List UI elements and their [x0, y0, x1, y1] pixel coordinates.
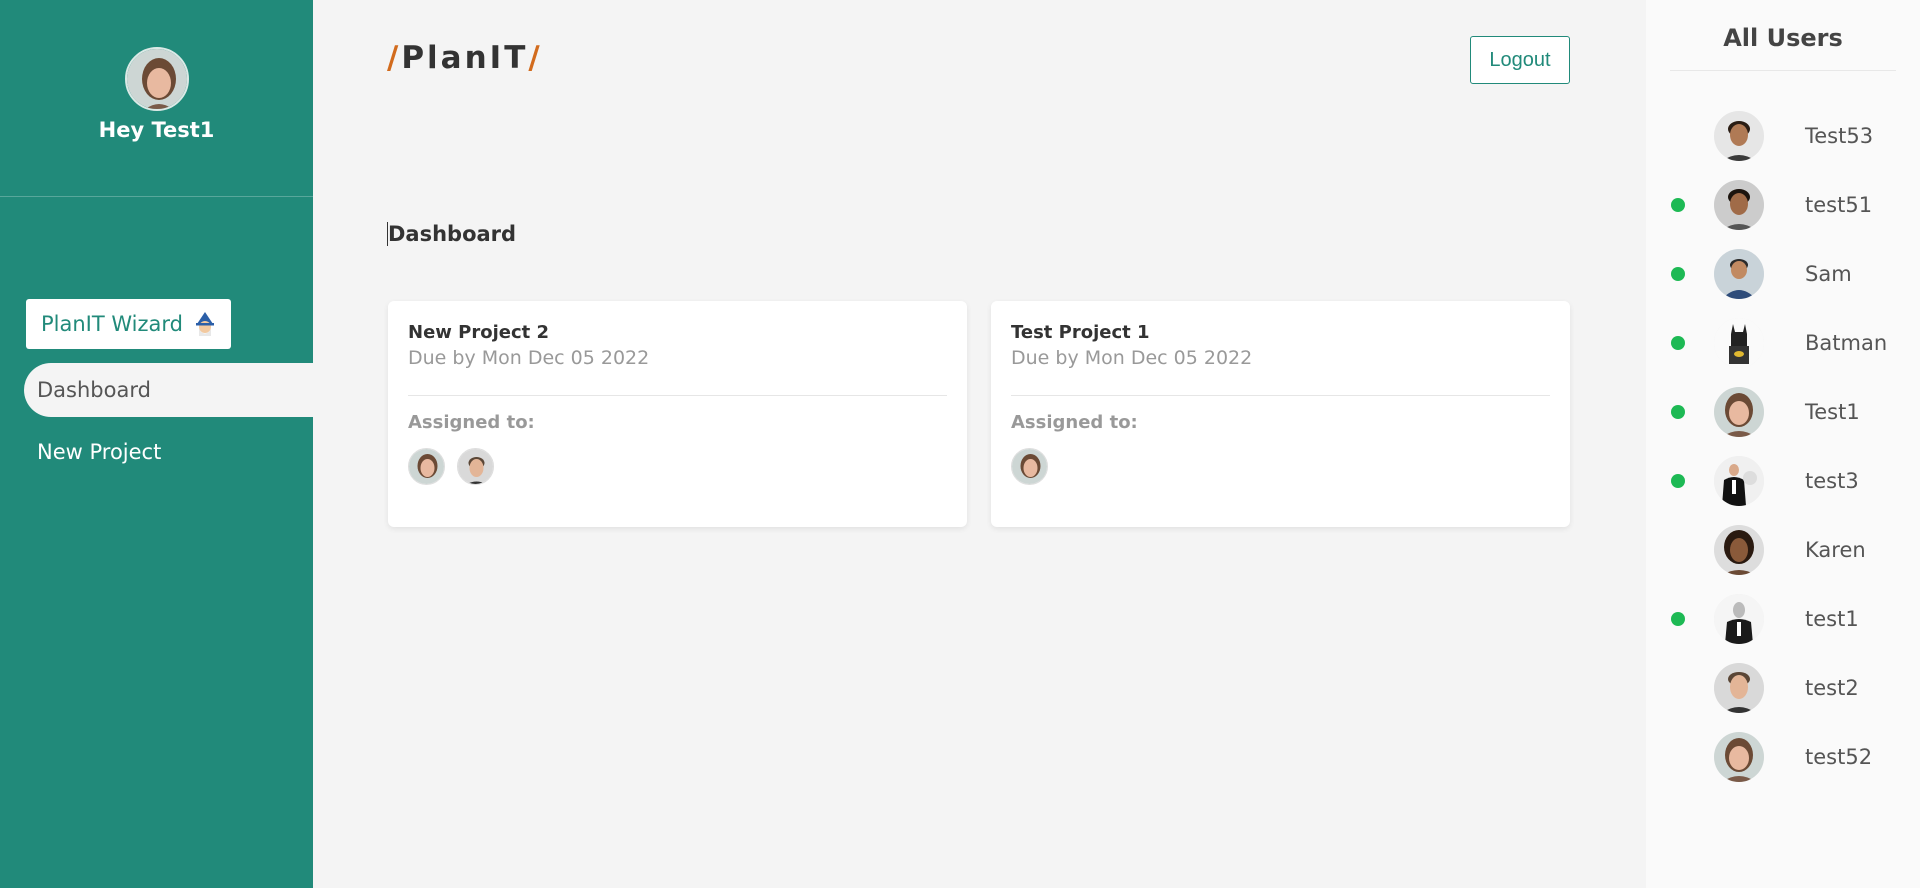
user-list-item[interactable]: test3 [1646, 454, 1920, 508]
user-list-item[interactable]: Karen [1646, 523, 1920, 577]
greeting-text: Hey Test1 [98, 118, 215, 142]
user-name: test3 [1805, 469, 1859, 493]
user-list-item[interactable]: test2 [1646, 661, 1920, 715]
project-due-date: Due by Mon Dec 05 2022 [1011, 347, 1253, 369]
user-list-item[interactable]: test52 [1646, 730, 1920, 784]
user-avatar [1714, 594, 1764, 644]
online-status-dot [1671, 267, 1685, 281]
user-avatar [1714, 387, 1764, 437]
user-list-item[interactable]: Sam [1646, 247, 1920, 301]
assignee-avatar [1011, 448, 1048, 485]
project-title: New Project 2 [408, 322, 550, 343]
user-name: test1 [1805, 607, 1859, 631]
assignee-list [408, 448, 947, 485]
assignee-list [1011, 448, 1550, 485]
user-name: test2 [1805, 676, 1859, 700]
user-name: Test1 [1805, 400, 1860, 424]
planit-wizard-button[interactable]: PlanIT Wizard [26, 299, 231, 349]
user-list-item[interactable]: test1 [1646, 592, 1920, 646]
users-panel-title: All Users [1670, 24, 1896, 71]
logout-button[interactable]: Logout [1470, 36, 1570, 84]
assigned-label: Assigned to: [1011, 412, 1138, 433]
project-title: Test Project 1 [1011, 322, 1150, 343]
all-users-panel: All Users Test53 test51 Sam Batman Test1 [1646, 0, 1920, 888]
user-name: test52 [1805, 745, 1873, 769]
user-name: Batman [1805, 331, 1888, 355]
assigned-label: Assigned to: [408, 412, 535, 433]
page-title: Dashboard [387, 222, 517, 246]
online-status-dot [1671, 474, 1685, 488]
user-avatar [1714, 111, 1764, 161]
project-card[interactable]: New Project 2 Due by Mon Dec 05 2022 Ass… [388, 301, 967, 527]
nav-item-label: New Project [37, 440, 162, 464]
nav-item-dashboard[interactable]: Dashboard [24, 363, 313, 417]
online-status-dot [1671, 405, 1685, 419]
user-avatar [1714, 732, 1764, 782]
nav-item-label: Dashboard [37, 378, 151, 402]
user-avatar [124, 47, 189, 111]
user-name: Test53 [1805, 124, 1874, 148]
profile-section: Hey Test1 [0, 0, 313, 197]
card-divider [1011, 395, 1550, 396]
user-avatar [1714, 456, 1764, 506]
user-list-item[interactable]: Test1 [1646, 385, 1920, 439]
nav-item-new-project[interactable]: New Project [37, 440, 161, 464]
app-logo[interactable]: /PlanIT/ [387, 40, 543, 76]
logo-text: PlanIT [401, 40, 529, 76]
wizard-button-label: PlanIT Wizard [41, 312, 183, 336]
user-avatar [1714, 318, 1764, 368]
user-list-item[interactable]: Batman [1646, 316, 1920, 370]
assignee-avatar [457, 448, 494, 485]
user-avatar [1714, 525, 1764, 575]
assignee-avatar [408, 448, 445, 485]
logo-slash: / [528, 40, 543, 76]
user-list-item[interactable]: test51 [1646, 178, 1920, 232]
card-divider [408, 395, 947, 396]
project-due-date: Due by Mon Dec 05 2022 [408, 347, 650, 369]
user-name: Karen [1805, 538, 1866, 562]
user-avatar [1714, 249, 1764, 299]
sidebar: Hey Test1 PlanIT Wizard Dashboard New Pr… [0, 0, 313, 888]
user-name: test51 [1805, 193, 1873, 217]
project-card[interactable]: Test Project 1 Due by Mon Dec 05 2022 As… [991, 301, 1570, 527]
online-status-dot [1671, 198, 1685, 212]
online-status-dot [1671, 612, 1685, 626]
user-avatar [1714, 180, 1764, 230]
online-status-dot [1671, 336, 1685, 350]
wizard-icon [191, 310, 219, 338]
user-name: Sam [1805, 262, 1852, 286]
user-avatar [1714, 663, 1764, 713]
logo-slash: / [387, 40, 402, 76]
user-list-item[interactable]: Test53 [1646, 109, 1920, 163]
